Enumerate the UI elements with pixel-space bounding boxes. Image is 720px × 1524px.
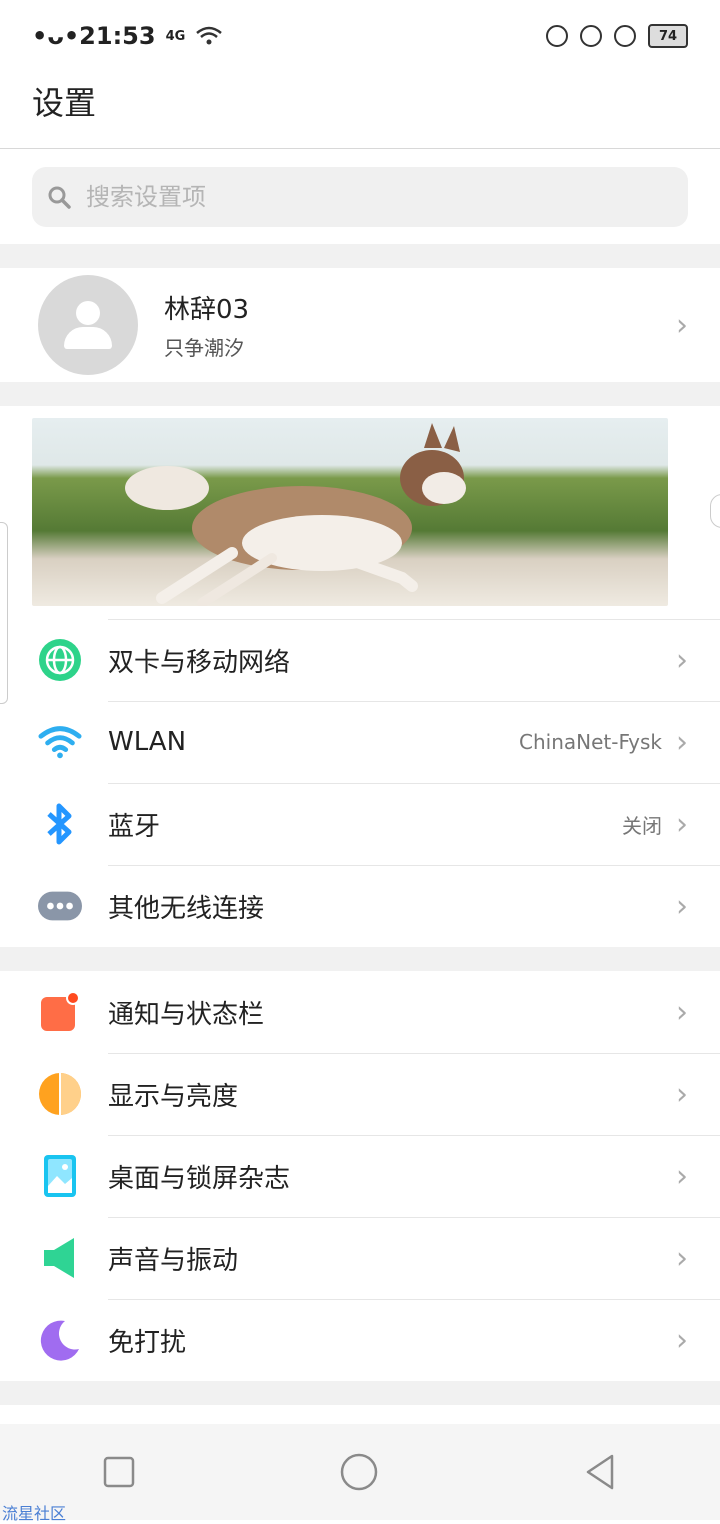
chevron-right-icon: › xyxy=(676,1322,688,1358)
settings-row-sound[interactable]: 声音与振动 › xyxy=(0,1217,720,1299)
husky-dog-illustration xyxy=(125,423,466,606)
profile-name: 林辞03 xyxy=(164,295,250,325)
divider xyxy=(0,148,720,149)
bluetooth-icon xyxy=(38,802,82,846)
status-bar: •ᴗ•21:53 4G 74 xyxy=(0,0,720,72)
row-label: 桌面与锁屏杂志 xyxy=(108,1163,291,1194)
settings-row-dual-sim[interactable]: 双卡与移动网络 › xyxy=(0,619,720,701)
settings-row-other-wireless[interactable]: 其他无线连接 › xyxy=(0,865,720,947)
settings-row-bluetooth[interactable]: 蓝牙 关闭 › xyxy=(0,783,720,865)
back-button[interactable] xyxy=(582,1452,618,1492)
wifi-icon xyxy=(38,720,82,764)
settings-row-wallpaper[interactable]: 桌面与锁屏杂志 › xyxy=(0,1135,720,1217)
status-right: 74 xyxy=(546,24,688,48)
section-gap xyxy=(0,244,720,268)
chevron-right-icon: › xyxy=(676,806,688,842)
settings-row-do-not-disturb[interactable]: 免打扰 › xyxy=(0,1299,720,1381)
wifi-status-icon xyxy=(196,26,223,45)
edge-handle-right[interactable] xyxy=(710,494,720,528)
section-gap xyxy=(0,1381,720,1405)
account-row[interactable]: 林辞03 只争潮汐 › xyxy=(0,268,720,382)
chevron-right-icon: › xyxy=(676,1158,688,1194)
home-button[interactable] xyxy=(339,1452,379,1492)
globe-icon xyxy=(38,638,82,682)
row-label: 免打扰 xyxy=(108,1327,187,1358)
section-gap xyxy=(0,382,720,406)
speaker-icon xyxy=(38,1236,82,1280)
settings-row-display[interactable]: 显示与亮度 › xyxy=(0,1053,720,1135)
profile-subtitle: 只争潮汐 xyxy=(164,336,244,360)
avatar xyxy=(38,275,138,375)
wallpaper-icon xyxy=(38,1154,82,1198)
search-icon xyxy=(48,186,71,209)
chevron-right-icon: › xyxy=(676,307,688,343)
moon-icon xyxy=(38,1318,82,1362)
more-dots-icon xyxy=(38,884,82,928)
chevron-right-icon: › xyxy=(676,994,688,1030)
row-value: ChinaNet-Fysk xyxy=(519,730,662,754)
chevron-right-icon: › xyxy=(676,642,688,678)
chevron-right-icon: › xyxy=(676,888,688,924)
recent-apps-button[interactable] xyxy=(102,1455,136,1489)
network-type-icon: 4G xyxy=(165,28,186,44)
section-gap xyxy=(0,947,720,971)
search-input[interactable] xyxy=(84,182,648,212)
row-label: 通知与状态栏 xyxy=(108,999,265,1030)
row-label: 声音与振动 xyxy=(108,1245,239,1276)
row-label: 显示与亮度 xyxy=(108,1081,239,1112)
notification-icon xyxy=(38,990,82,1034)
rotation-lock-icon xyxy=(614,25,636,47)
row-label: WLAN xyxy=(108,727,187,757)
promo-banner-image[interactable] xyxy=(32,418,668,606)
row-label: 双卡与移动网络 xyxy=(108,647,291,678)
hd-icon xyxy=(546,25,568,47)
row-value: 关闭 xyxy=(622,813,662,838)
chevron-right-icon: › xyxy=(676,1240,688,1276)
battery-icon: 74 xyxy=(648,24,688,48)
eye-comfort-icon xyxy=(580,25,602,47)
chevron-right-icon: › xyxy=(676,1076,688,1112)
search-bar[interactable] xyxy=(32,167,688,227)
row-label: 其他无线连接 xyxy=(108,893,265,924)
chevron-right-icon: › xyxy=(676,724,688,760)
settings-row-notifications[interactable]: 通知与状态栏 › xyxy=(0,971,720,1053)
status-left: •ᴗ•21:53 4G xyxy=(32,22,223,50)
status-time: •ᴗ•21:53 xyxy=(32,22,156,50)
watermark-text: 流星社区 xyxy=(2,1504,67,1523)
row-label: 蓝牙 xyxy=(108,811,161,842)
system-navigation-bar xyxy=(0,1424,720,1520)
brightness-icon xyxy=(38,1072,82,1116)
settings-row-wlan[interactable]: WLAN ChinaNet-Fysk › xyxy=(0,701,720,783)
page-title: 设置 xyxy=(32,84,97,122)
